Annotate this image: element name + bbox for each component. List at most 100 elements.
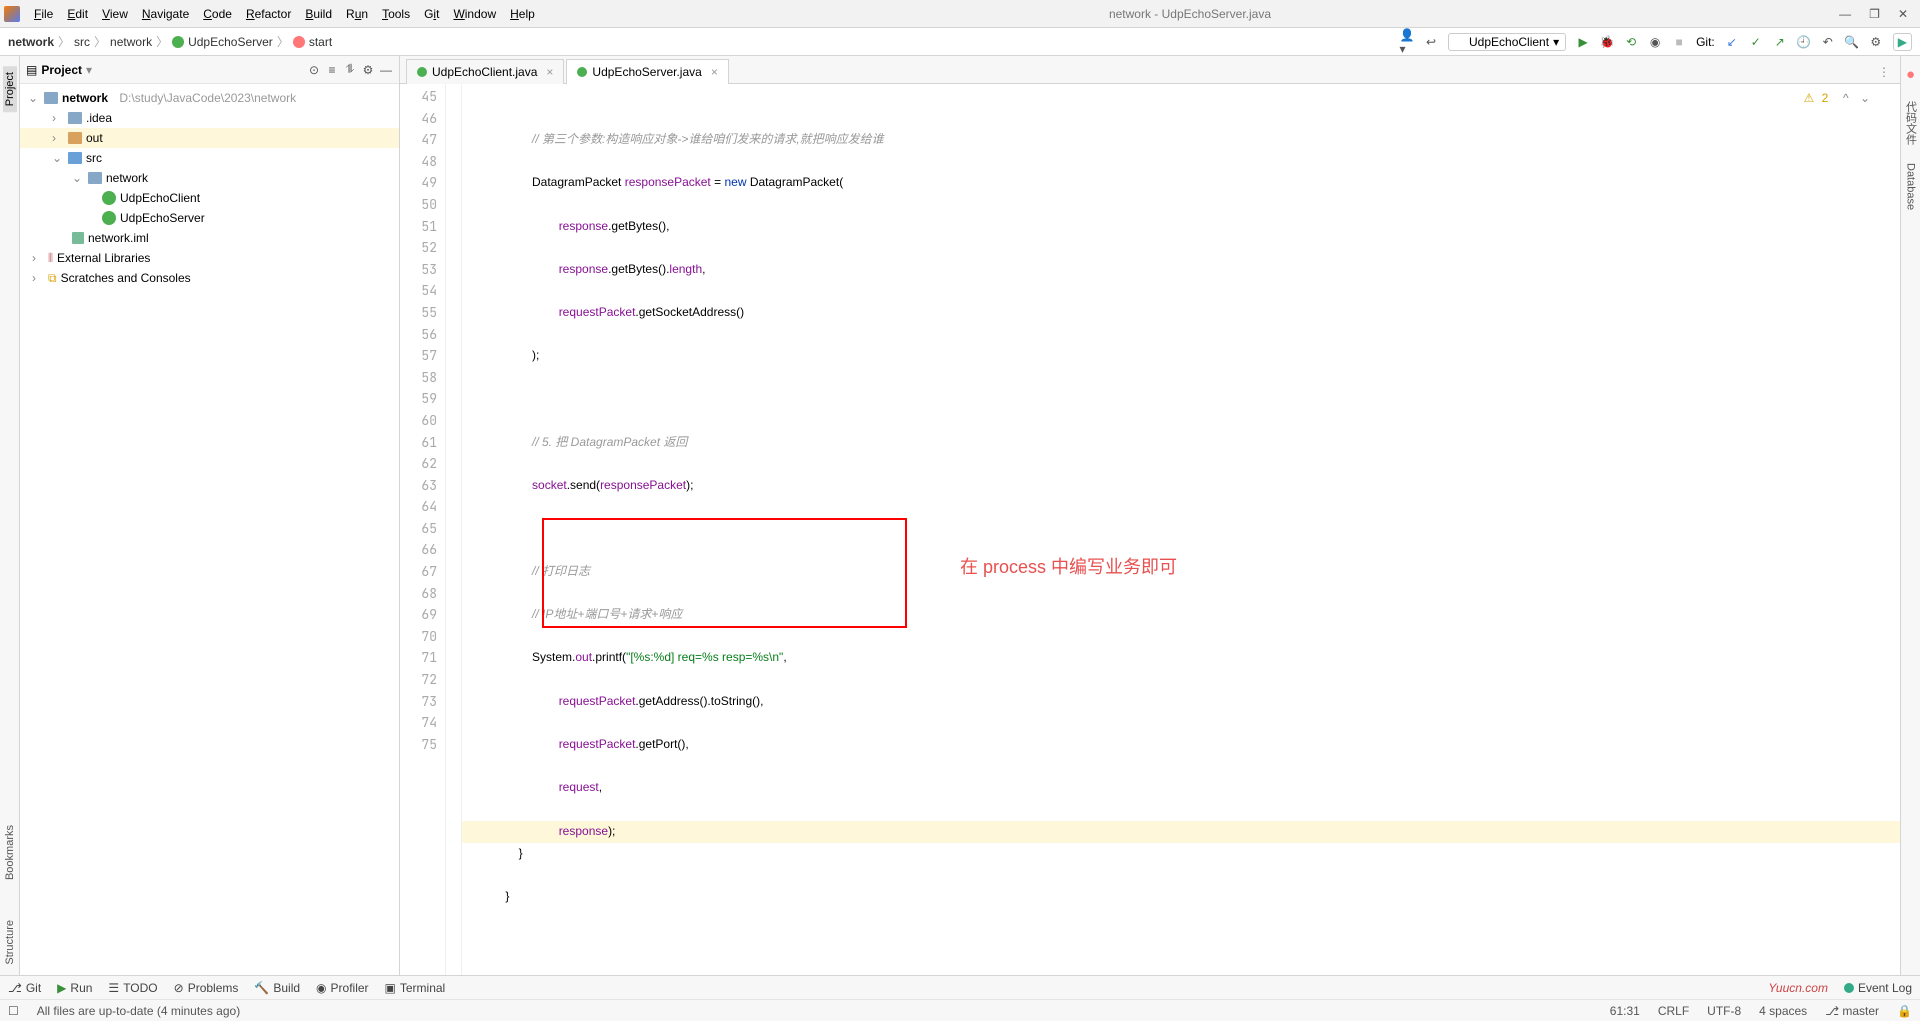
tree-ext-libs[interactable]: ›⫴External Libraries: [20, 248, 399, 268]
class-icon: [577, 67, 587, 77]
target-icon[interactable]: ⊙: [307, 63, 321, 77]
menu-git[interactable]: Git: [418, 5, 445, 23]
right-tool-strip: ● 代码文件 Database: [1900, 56, 1920, 975]
code-editor[interactable]: ⚠ 2 ^ ⌄ // 第三个参数:构造响应对象->谁给咱们发来的请求,就把响应发…: [462, 84, 1900, 975]
tab-server[interactable]: UdpEchoServer.java×: [566, 59, 728, 84]
bottom-todo[interactable]: ☰ TODO: [108, 981, 157, 995]
debug-icon[interactable]: 🐞: [1600, 35, 1614, 49]
close-tab-icon[interactable]: ×: [546, 65, 553, 79]
tab-structure[interactable]: Structure: [4, 920, 16, 965]
root-name: network: [62, 91, 108, 105]
stop-icon[interactable]: ■: [1672, 35, 1686, 49]
bottom-git[interactable]: ⎇ Git: [8, 981, 41, 995]
tab-options-icon[interactable]: ⋮: [1868, 61, 1900, 83]
menu-build[interactable]: Build: [299, 5, 338, 23]
crumb-pkg[interactable]: network: [110, 35, 152, 49]
menu-edit[interactable]: Edit: [61, 5, 94, 23]
expand-icon[interactable]: ≡: [325, 63, 339, 77]
menu-window[interactable]: Window: [447, 5, 502, 23]
navbar: network〉 src〉 network〉 UdpEchoServer〉 st…: [0, 28, 1920, 56]
tab-bookmarks[interactable]: Bookmarks: [4, 825, 16, 880]
tree-idea[interactable]: ›.idea: [20, 108, 399, 128]
tree-out[interactable]: ›out: [20, 128, 399, 148]
menu-tools[interactable]: Tools: [376, 5, 416, 23]
menu-file[interactable]: File: [28, 5, 59, 23]
bottom-run[interactable]: ▶ Run: [57, 981, 92, 995]
tab-database[interactable]: Database: [1905, 163, 1917, 210]
tree-root[interactable]: ⌄network D:\study\JavaCode\2023\network: [20, 88, 399, 108]
git-history-icon[interactable]: 🕘: [1797, 35, 1811, 49]
menu-navigate[interactable]: Navigate: [136, 5, 195, 23]
menu-run[interactable]: Run: [340, 5, 374, 23]
status-message: All files are up-to-date (4 minutes ago): [37, 1004, 240, 1018]
run-config-label: UdpEchoClient: [1469, 35, 1549, 49]
editor-area: UdpEchoClient.java× UdpEchoServer.java× …: [400, 56, 1900, 975]
tree-scratches[interactable]: ›⧉Scratches and Consoles: [20, 268, 399, 288]
git-rollback-icon[interactable]: ↶: [1821, 35, 1835, 49]
run-config-selector[interactable]: UdpEchoClient ▾: [1448, 33, 1566, 51]
method-icon: [293, 36, 305, 48]
status-position[interactable]: 61:31: [1610, 1004, 1640, 1018]
chevron-down-icon[interactable]: ▾: [86, 63, 92, 77]
collapse-icon[interactable]: ⥮: [343, 63, 357, 77]
search-icon[interactable]: 🔍: [1845, 35, 1859, 49]
hide-icon[interactable]: —: [379, 63, 393, 77]
tree-src[interactable]: ⌄src: [20, 148, 399, 168]
git-push-icon[interactable]: ↗: [1773, 35, 1787, 49]
close-tab-icon[interactable]: ×: [711, 65, 718, 79]
crumb-root[interactable]: network: [8, 35, 54, 49]
left-tool-strip: Project Bookmarks Structure: [0, 56, 20, 975]
breadcrumb: network〉 src〉 network〉 UdpEchoServer〉 st…: [8, 33, 332, 50]
status-branch[interactable]: ⎇ master: [1825, 1004, 1879, 1018]
tree-server[interactable]: UdpEchoServer: [20, 208, 399, 228]
tree-iml[interactable]: network.iml: [20, 228, 399, 248]
maximize-icon[interactable]: ❐: [1869, 7, 1880, 21]
close-icon[interactable]: ✕: [1898, 7, 1908, 21]
titlebar: File Edit View Navigate Code Refactor Bu…: [0, 0, 1920, 28]
root-path: D:\study\JavaCode\2023\network: [119, 91, 296, 105]
settings-icon[interactable]: ⚙: [1869, 35, 1883, 49]
tab-client[interactable]: UdpEchoClient.java×: [406, 59, 564, 84]
bottom-build[interactable]: 🔨 Build: [254, 981, 300, 995]
window-title: network - UdpEchoServer.java: [541, 7, 1839, 21]
run-anything-icon[interactable]: ▶: [1893, 33, 1912, 51]
editor-tabs: UdpEchoClient.java× UdpEchoServer.java× …: [400, 56, 1900, 84]
tab-project[interactable]: Project: [3, 66, 17, 112]
crumb-method[interactable]: start: [309, 35, 332, 49]
gear-icon[interactable]: ⚙: [361, 63, 375, 77]
coverage-icon[interactable]: ⟲: [1624, 35, 1638, 49]
git-update-icon[interactable]: ↙: [1725, 35, 1739, 49]
bottom-event-log[interactable]: Event Log: [1844, 981, 1912, 995]
notifications-icon[interactable]: ●: [1906, 66, 1915, 83]
project-tree: ⌄network D:\study\JavaCode\2023\network …: [20, 84, 399, 975]
profile-icon[interactable]: ◉: [1648, 35, 1662, 49]
tree-pkg[interactable]: ⌄network: [20, 168, 399, 188]
menu-help[interactable]: Help: [504, 5, 541, 23]
user-icon[interactable]: 👤▾: [1400, 35, 1414, 49]
menu-refactor[interactable]: Refactor: [240, 5, 297, 23]
class-icon: [417, 67, 427, 77]
menu-view[interactable]: View: [96, 5, 134, 23]
warnings-badge[interactable]: ⚠ 2 ^ ⌄: [1804, 88, 1871, 110]
menu-code[interactable]: Code: [197, 5, 238, 23]
project-label: Project: [41, 63, 82, 77]
tree-client[interactable]: UdpEchoClient: [20, 188, 399, 208]
crumb-class[interactable]: UdpEchoServer: [188, 35, 273, 49]
run-icon[interactable]: ▶: [1576, 35, 1590, 49]
tab-cn[interactable]: 代码文件: [1903, 101, 1919, 145]
project-panel: ▤ Project ▾ ⊙ ≡ ⥮ ⚙ — ⌄network D:\study\…: [20, 56, 400, 975]
status-encoding[interactable]: UTF-8: [1707, 1004, 1741, 1018]
bottom-problems[interactable]: ⊘ Problems: [174, 981, 239, 995]
project-panel-header: ▤ Project ▾ ⊙ ≡ ⥮ ⚙ —: [20, 56, 399, 84]
status-lock-icon[interactable]: 🔒: [1897, 1004, 1912, 1018]
git-commit-icon[interactable]: ✓: [1749, 35, 1763, 49]
back-arrow-icon[interactable]: ↩: [1424, 35, 1438, 49]
minimize-icon[interactable]: —: [1839, 7, 1851, 21]
code-area: 4546474849505152535455565758596061626364…: [400, 84, 1900, 975]
status-indent[interactable]: 4 spaces: [1759, 1004, 1807, 1018]
crumb-src[interactable]: src: [74, 35, 90, 49]
bottom-terminal[interactable]: ▣ Terminal: [385, 981, 446, 995]
bottom-profiler[interactable]: ◉ Profiler: [316, 981, 369, 995]
status-vcs-icon[interactable]: ☐: [8, 1004, 19, 1018]
status-eol[interactable]: CRLF: [1658, 1004, 1689, 1018]
